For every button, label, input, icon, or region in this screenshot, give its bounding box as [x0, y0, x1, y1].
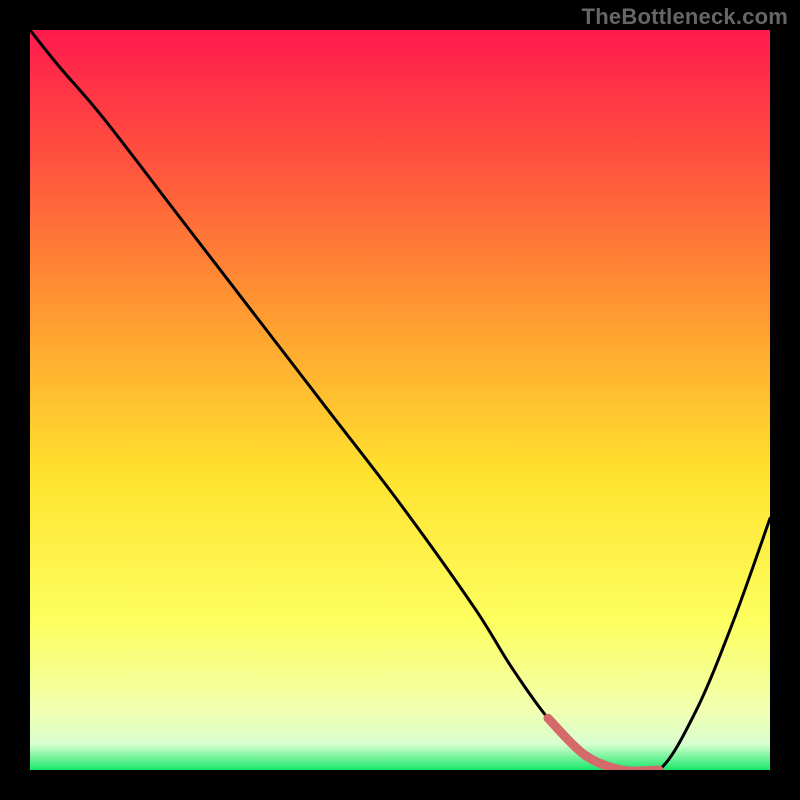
- chart-svg: [30, 30, 770, 770]
- chart-stage: TheBottleneck.com: [0, 0, 800, 800]
- gradient-background: [30, 30, 770, 770]
- watermark-text: TheBottleneck.com: [582, 4, 788, 30]
- plot-area: [30, 30, 770, 770]
